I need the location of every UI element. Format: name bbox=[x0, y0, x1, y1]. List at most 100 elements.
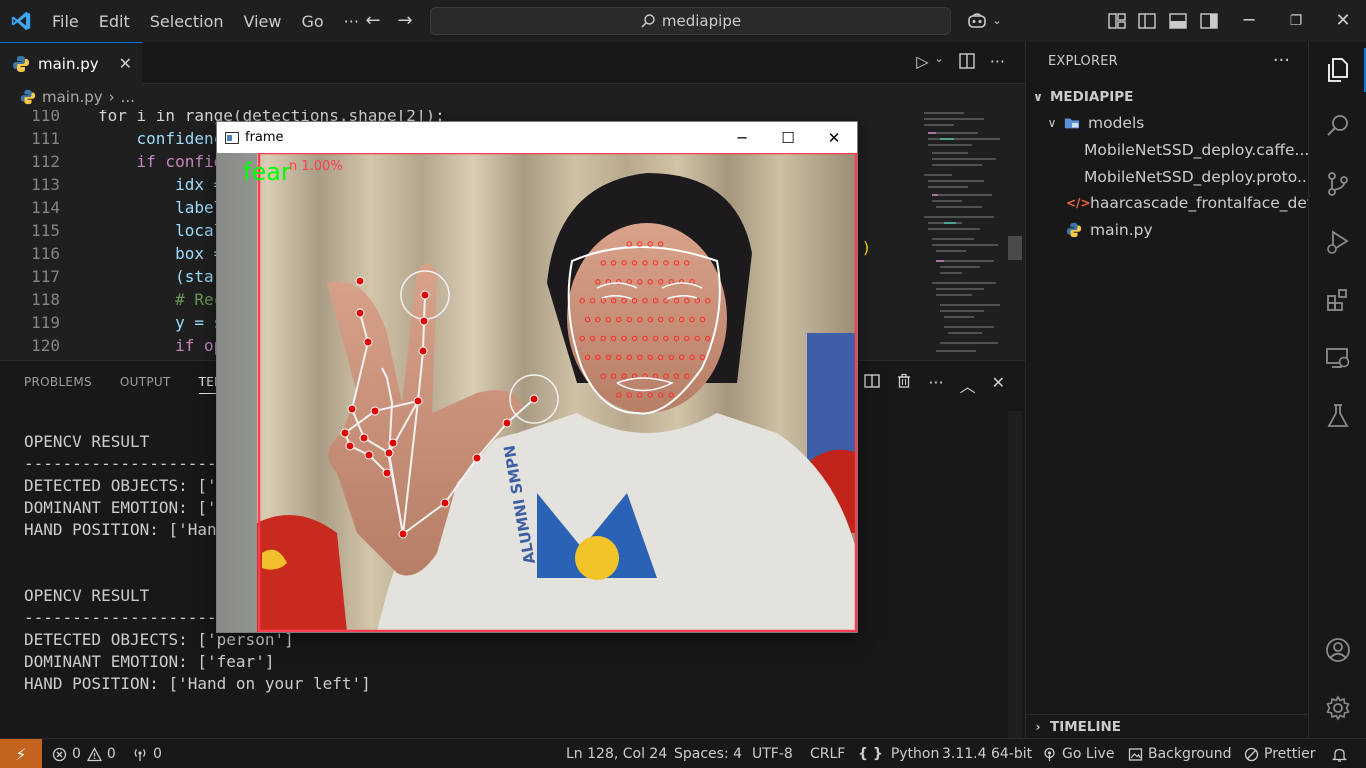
forward-arrow-icon[interactable]: → bbox=[394, 10, 416, 32]
run-icon[interactable]: ▷ bbox=[916, 52, 928, 71]
source-control-icon[interactable] bbox=[1324, 170, 1352, 198]
tree-item-label: main.py bbox=[1090, 221, 1153, 239]
close-tab-icon[interactable]: ✕ bbox=[119, 54, 132, 73]
broadcast-icon bbox=[134, 748, 146, 761]
language-label: Python bbox=[890, 746, 940, 762]
tab-main-py[interactable]: main.py ✕ bbox=[0, 42, 142, 84]
opencv-frame-window[interactable]: frame ─ ☐ ✕ ALUMNI SMPN fear n 1.00% bbox=[216, 121, 858, 633]
maximize-panel-icon[interactable]: ︿ bbox=[960, 373, 976, 397]
frame-maximize-icon[interactable]: ☐ bbox=[765, 122, 811, 153]
vscode-logo-icon bbox=[11, 11, 31, 31]
frame-close-icon[interactable]: ✕ bbox=[811, 122, 857, 153]
terminal-line: HAND POSITION: ['Hand on your left'] bbox=[24, 674, 371, 693]
problems-indicator[interactable]: 0 0 bbox=[52, 739, 116, 768]
tree-item-main-py[interactable]: main.py bbox=[1026, 217, 1309, 243]
breadcrumb-separator-icon: › bbox=[108, 88, 115, 106]
remote-explorer-icon[interactable] bbox=[1324, 344, 1352, 372]
more-actions-icon[interactable]: ··· bbox=[990, 52, 1005, 71]
close-window-icon[interactable]: ✕ bbox=[1332, 10, 1354, 32]
prettier-button[interactable]: Prettier bbox=[1244, 739, 1316, 768]
picture-icon bbox=[1128, 747, 1143, 761]
menu-edit[interactable]: Edit bbox=[99, 12, 130, 31]
extensions-icon[interactable] bbox=[1324, 286, 1352, 314]
remote-indicator-icon[interactable]: ⚡ bbox=[0, 739, 42, 768]
frame-minimize-icon[interactable]: ─ bbox=[719, 122, 765, 153]
chevron-right-icon: › bbox=[1035, 719, 1041, 734]
tree-item-haarcascade[interactable]: </> haarcascade_frontalface_defa... bbox=[1026, 190, 1309, 216]
toggle-secondary-sidebar-icon[interactable] bbox=[1198, 10, 1220, 32]
back-arrow-icon[interactable]: ← bbox=[362, 10, 384, 32]
menu-more[interactable]: ··· bbox=[344, 12, 359, 31]
menu-selection[interactable]: Selection bbox=[150, 12, 224, 31]
ports-indicator[interactable]: 0 bbox=[132, 739, 162, 768]
timeline-section[interactable]: › TIMELINE bbox=[1026, 714, 1309, 738]
workspace-root[interactable]: ∨ MEDIAPIPE bbox=[1026, 84, 1309, 110]
search-icon bbox=[641, 14, 655, 28]
explorer-sidebar: EXPLORER ··· ∨ MEDIAPIPE ∨ models Mobile… bbox=[1025, 42, 1309, 738]
terminal-more-icon[interactable]: ··· bbox=[928, 373, 943, 397]
testing-flask-icon[interactable] bbox=[1324, 402, 1352, 430]
frame-window-titlebar[interactable]: frame ─ ☐ ✕ bbox=[217, 122, 857, 153]
run-and-debug-icon[interactable] bbox=[1324, 228, 1352, 256]
go-live-label: Go Live bbox=[1062, 746, 1115, 762]
split-terminal-icon[interactable] bbox=[864, 373, 881, 389]
prettier-check-icon bbox=[1244, 747, 1259, 761]
python-file-icon bbox=[20, 89, 36, 105]
run-dropdown-icon[interactable]: ⌄ bbox=[935, 52, 944, 71]
account-icon[interactable] bbox=[1324, 636, 1352, 664]
tree-item-caffemodel[interactable]: MobileNetSSD_deploy.caffe... bbox=[1026, 137, 1309, 163]
end-of-line[interactable]: CRLF bbox=[810, 739, 845, 768]
settings-gear-icon[interactable] bbox=[1324, 694, 1352, 722]
copilot-chevron-icon[interactable]: ⌄ bbox=[986, 10, 1008, 32]
editor-tab-bar: main.py ✕ ▷ ⌄ ··· bbox=[0, 42, 1025, 84]
encoding[interactable]: UTF-8 bbox=[752, 739, 793, 768]
close-panel-icon[interactable]: ✕ bbox=[992, 373, 1005, 397]
copilot-icon[interactable] bbox=[966, 10, 988, 32]
editor-scrollbar-thumb[interactable] bbox=[1008, 236, 1022, 260]
python-interpreter[interactable]: 3.11.4 64-bit bbox=[942, 739, 1032, 768]
language-mode[interactable]: { } Python bbox=[858, 739, 939, 768]
panel-actions: ··· ︿ ✕ bbox=[864, 373, 1005, 397]
split-editor-icon[interactable] bbox=[958, 52, 976, 70]
tree-item-models[interactable]: ∨ models bbox=[1026, 110, 1309, 136]
restore-icon[interactable]: ❐ bbox=[1285, 10, 1307, 32]
trash-icon[interactable] bbox=[896, 373, 912, 389]
go-live-button[interactable]: Go Live bbox=[1042, 739, 1114, 768]
menu-bar: File Edit Selection View Go ··· bbox=[42, 0, 369, 42]
background-label: Background bbox=[1148, 746, 1232, 762]
cursor-position[interactable]: Ln 128, Col 24 bbox=[566, 739, 667, 768]
window-app-icon bbox=[225, 131, 239, 144]
minimize-icon[interactable]: ─ bbox=[1238, 10, 1260, 32]
toggle-primary-sidebar-icon[interactable] bbox=[1136, 10, 1158, 32]
tree-item-prototxt[interactable]: MobileNetSSD_deploy.proto... bbox=[1026, 164, 1309, 190]
terminal-scrollbar[interactable] bbox=[1008, 411, 1022, 739]
python-file-icon bbox=[1066, 222, 1082, 238]
search-icon[interactable] bbox=[1324, 112, 1352, 140]
explorer-files-icon[interactable] bbox=[1324, 56, 1352, 84]
background-button[interactable]: Background bbox=[1128, 739, 1232, 768]
customize-layout-icon[interactable] bbox=[1106, 10, 1128, 32]
tab-label: main.py bbox=[38, 54, 99, 73]
indentation[interactable]: Spaces: 4 bbox=[674, 739, 742, 768]
menu-view[interactable]: View bbox=[244, 12, 282, 31]
prettier-label: Prettier bbox=[1264, 746, 1316, 762]
activity-bar bbox=[1308, 42, 1366, 738]
emotion-label: fear bbox=[243, 158, 291, 186]
xml-file-icon: </> bbox=[1066, 196, 1091, 210]
command-center-label: mediapipe bbox=[661, 12, 742, 30]
toggle-panel-icon[interactable] bbox=[1167, 10, 1189, 32]
explorer-more-icon[interactable]: ··· bbox=[1273, 50, 1290, 71]
menu-go[interactable]: Go bbox=[301, 12, 323, 31]
breadcrumb: main.py › ... bbox=[0, 84, 1025, 110]
menu-file[interactable]: File bbox=[52, 12, 79, 31]
minimap[interactable] bbox=[920, 110, 1008, 360]
braces-icon: { } bbox=[858, 746, 883, 762]
notifications-bell-icon[interactable] bbox=[1332, 739, 1352, 768]
tab-problems[interactable]: PROBLEMS bbox=[24, 375, 92, 394]
breadcrumb-file[interactable]: main.py bbox=[42, 88, 103, 106]
tab-output[interactable]: OUTPUT bbox=[120, 375, 171, 394]
explorer-title: EXPLORER bbox=[1048, 54, 1118, 69]
folder-models-icon bbox=[1064, 118, 1080, 129]
breadcrumb-symbol[interactable]: ... bbox=[121, 88, 135, 106]
command-center-search[interactable]: mediapipe bbox=[430, 7, 951, 35]
